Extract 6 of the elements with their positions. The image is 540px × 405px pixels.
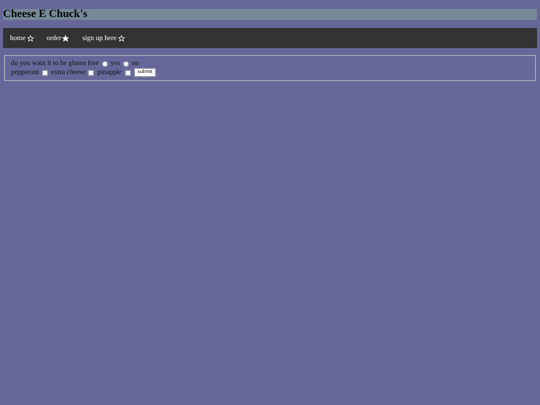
checkbox[interactable] (124, 70, 131, 76)
checkbox[interactable] (88, 70, 94, 76)
radio-button[interactable] (123, 60, 130, 66)
checkbox[interactable] (42, 70, 48, 76)
radio-button[interactable] (102, 60, 108, 66)
site-title: Cheese E Chuck's (3, 9, 537, 20)
